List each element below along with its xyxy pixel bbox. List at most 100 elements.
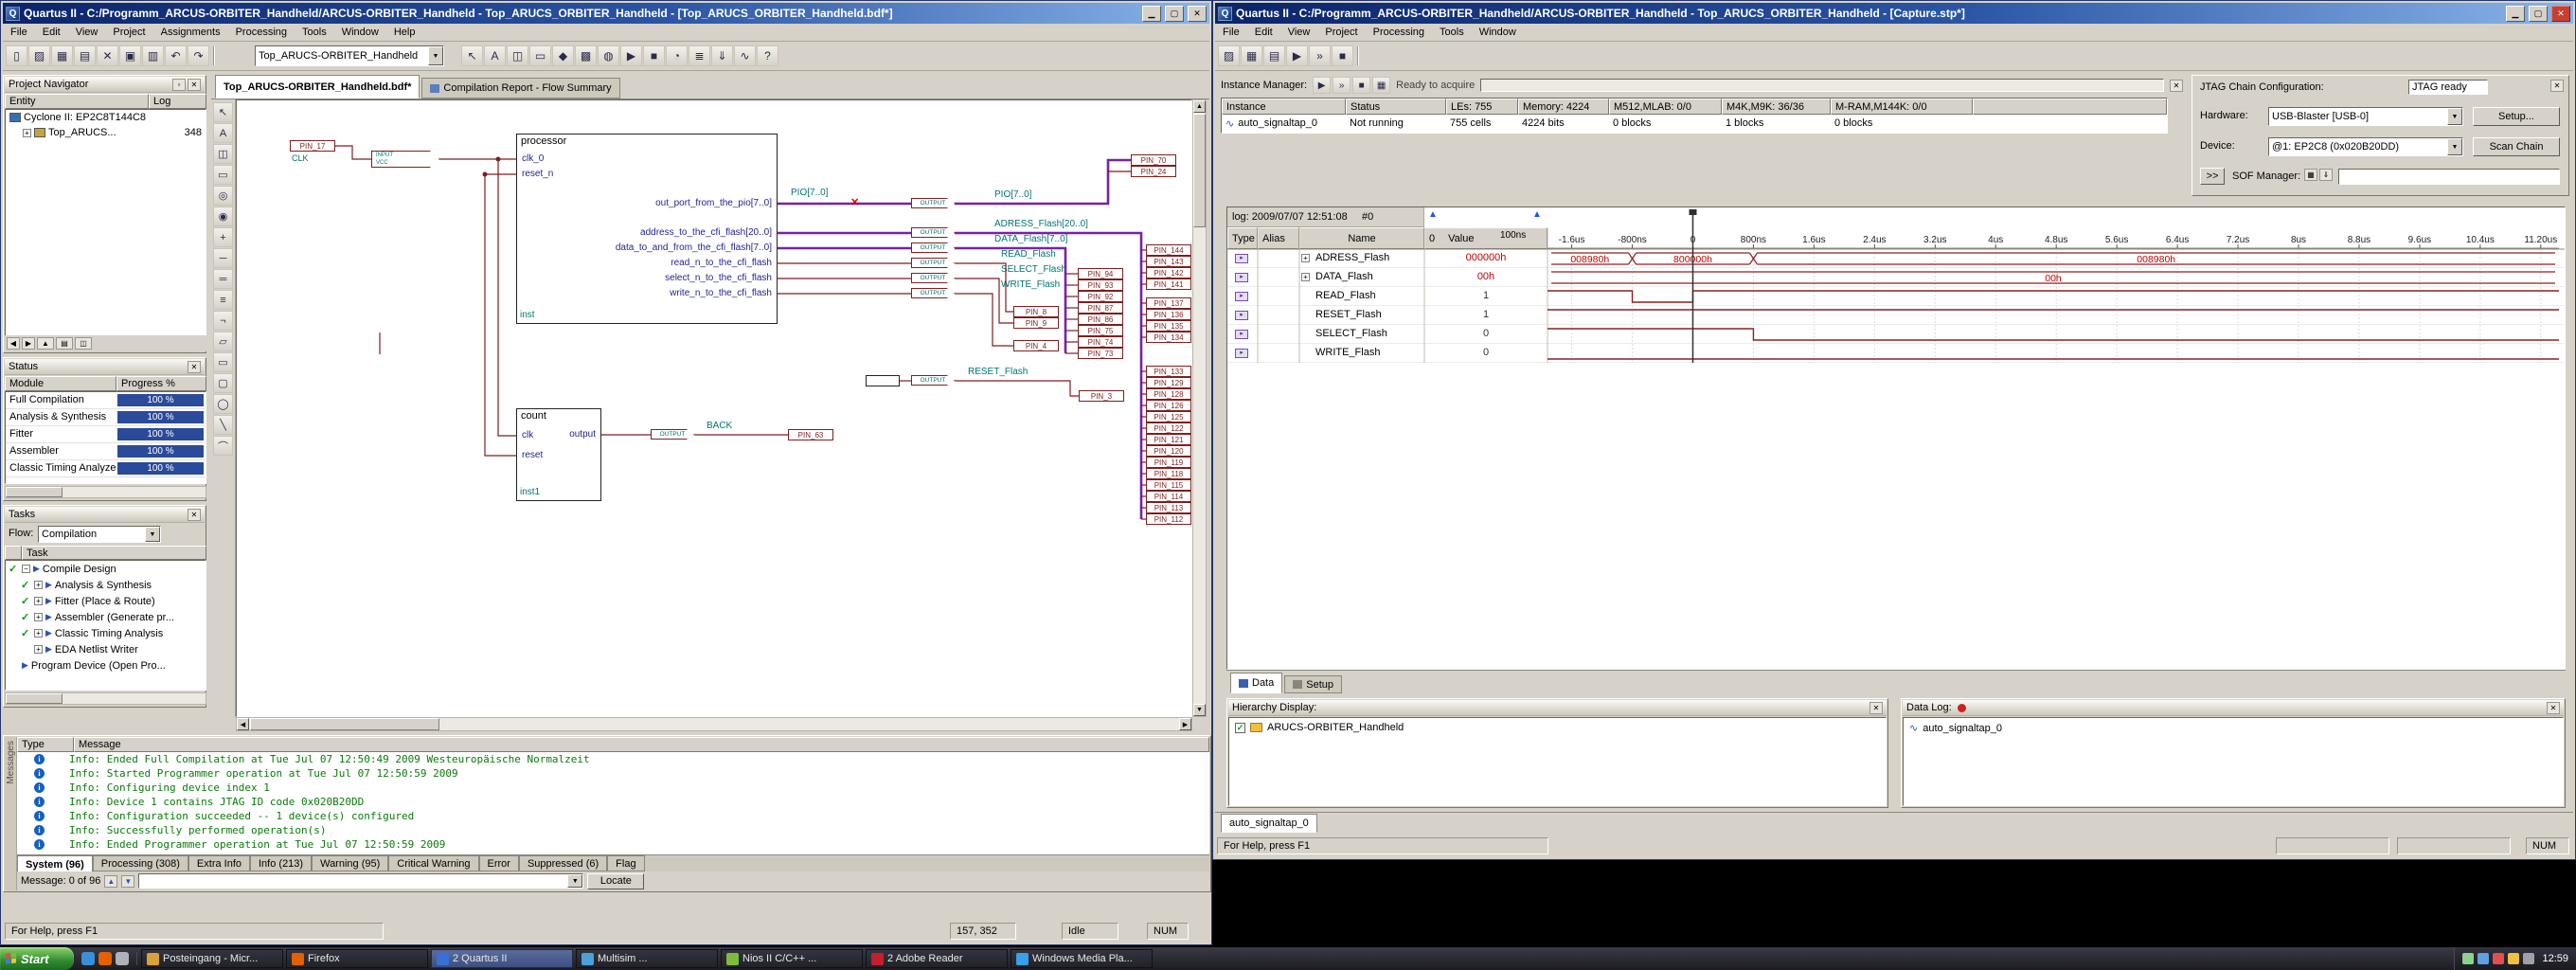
network-icon[interactable] — [2478, 953, 2490, 964]
clock[interactable]: 12:59 — [2538, 953, 2568, 964]
menu-view[interactable]: View — [1280, 25, 1318, 40]
block-icon[interactable]: ▭ — [213, 165, 233, 185]
roundrect-icon[interactable]: ▢ — [213, 373, 233, 393]
chevron-down-icon[interactable]: ▼ — [2447, 138, 2462, 155]
entity-combo[interactable]: Top_ARUCS-ORBITER_Handheld ▼ — [255, 45, 444, 66]
msg-tab-6[interactable]: Error — [478, 855, 519, 871]
left-titlebar[interactable]: Q Quartus II - C:/Programm_ARCUS-ORBITER… — [3, 3, 1209, 24]
menu-processing[interactable]: Processing — [1366, 25, 1432, 40]
assignment-editor-icon[interactable]: ▩ — [575, 45, 597, 66]
close-icon[interactable]: ✕ — [2170, 79, 2183, 92]
antivirus-icon[interactable] — [2493, 953, 2505, 964]
menu-file[interactable]: File — [3, 25, 35, 40]
message-row[interactable]: i Info: Device 1 contains JTAG ID code 0x… — [17, 795, 1209, 809]
open-icon[interactable]: ▨ — [1218, 45, 1240, 66]
message-row[interactable]: i Info: Configuring device index 1 — [17, 781, 1209, 795]
msg-tab-2[interactable]: Extra Info — [188, 855, 250, 871]
scroll-left-icon[interactable]: ◀ — [237, 718, 249, 730]
expander-plus-icon[interactable]: + — [34, 613, 43, 621]
pn-column-entity[interactable]: Entity — [5, 94, 149, 109]
hierarchy-titlebar[interactable]: Hierarchy Display: ✕ — [1228, 700, 1887, 716]
pin-icon[interactable]: ◎ — [213, 186, 233, 206]
task-button[interactable]: 2 Adobe Reader — [866, 949, 1008, 968]
programmer-icon[interactable]: ⇓ — [711, 45, 733, 66]
output-symbol[interactable]: OUTPUT — [911, 258, 955, 268]
scroll-up-icon[interactable]: ▲ — [1193, 100, 1206, 113]
open-icon[interactable]: ▨ — [28, 45, 50, 66]
pn-row[interactable]: Cyclone II: EP2C8T144C8 — [6, 110, 206, 125]
msg-tab-1[interactable]: Processing (308) — [92, 855, 188, 871]
menu-tools[interactable]: Tools — [295, 25, 334, 40]
menu-assignments[interactable]: Assignments — [153, 25, 228, 40]
pin-PIN_112[interactable]: PIN_112 — [1146, 513, 1191, 525]
task-button[interactable]: Firefox — [286, 949, 428, 968]
pin-PIN_73[interactable]: PIN_73 — [1078, 348, 1123, 359]
menu-window[interactable]: Window — [334, 25, 386, 40]
pin-PIN_87[interactable]: PIN_87 — [1078, 302, 1123, 314]
pn-column-logic[interactable]: Log — [149, 94, 206, 109]
conduit-icon[interactable]: ≡ — [213, 290, 233, 310]
chevron-down-icon[interactable]: ▼ — [428, 46, 443, 65]
hardware-combo[interactable]: USB-Blaster [USB-0] ▼ — [2268, 107, 2463, 126]
pin-PIN_92[interactable]: PIN_92 — [1078, 291, 1123, 302]
maximize-button[interactable]: ▢ — [1165, 5, 1184, 22]
menu-window[interactable]: Window — [1472, 25, 1524, 40]
read-data-icon[interactable]: ▦ — [1372, 77, 1391, 94]
pin-PIN_93[interactable]: PIN_93 — [1078, 279, 1123, 291]
expander-plus-icon[interactable]: + — [23, 128, 31, 137]
copy-icon[interactable]: ▣ — [119, 45, 141, 66]
task-row[interactable]: + ▶ EDA Netlist Writer — [6, 641, 206, 657]
timing-analyzer-icon[interactable]: ◔ — [666, 45, 688, 66]
schematic-canvas[interactable]: processor inst clk_0 reset_n out_port_from_t… — [236, 99, 1192, 717]
msg-tab-8[interactable]: Flag — [607, 855, 645, 871]
expander-plus-icon[interactable]: + — [34, 645, 43, 654]
stop-compilation-icon[interactable]: ■ — [643, 45, 665, 66]
signal-name[interactable]: ADRESS_Flash — [1315, 252, 1389, 263]
menu-file[interactable]: File — [1215, 25, 1247, 40]
pin-PIN_9[interactable]: PIN_9 — [1013, 317, 1059, 329]
close-icon[interactable]: ✕ — [2547, 701, 2560, 714]
zoom-icon[interactable]: ◉ — [213, 207, 233, 226]
save-icon[interactable]: ▦ — [1241, 45, 1262, 66]
save-icon[interactable]: ▦ — [51, 45, 73, 66]
start-button[interactable]: Start — [0, 947, 74, 970]
hierarchy-view-icon[interactable]: ▲ — [37, 337, 54, 350]
pin-PIN_74[interactable]: PIN_74 — [1078, 336, 1123, 348]
message-row[interactable]: i Info: Ended Programmer operation at Tue… — [17, 837, 1209, 852]
design-units-view-icon[interactable]: ◫ — [75, 337, 92, 350]
expander-plus-icon[interactable]: + — [1301, 273, 1310, 281]
pin-PIN_143[interactable]: PIN_143 — [1146, 256, 1191, 267]
menu-processing[interactable]: Processing — [228, 25, 295, 40]
data-log-item[interactable]: ∿ auto_signaltap_0 — [1904, 718, 2563, 738]
netlist-viewer-icon[interactable]: ≣ — [689, 45, 710, 66]
chevron-down-icon[interactable]: ▼ — [145, 527, 160, 542]
task-button[interactable]: Posteingang - Micr... — [141, 949, 283, 968]
volume-icon[interactable] — [2462, 953, 2475, 964]
symbol-tool-icon[interactable]: ◫ — [507, 45, 528, 66]
signal-name[interactable]: DATA_Flash — [1315, 271, 1373, 282]
wave-column-name[interactable]: Name — [1299, 227, 1424, 249]
scrollbar-thumb[interactable] — [250, 718, 439, 730]
pin-PIN_141[interactable]: PIN_141 — [1146, 278, 1191, 290]
close-button[interactable]: ✕ — [1188, 5, 1207, 22]
status-hscrollbar[interactable] — [5, 486, 206, 498]
undo-icon[interactable]: ↶ — [165, 45, 187, 66]
pin-PIN_70[interactable]: PIN_70 — [1131, 154, 1176, 166]
select-icon[interactable]: ↖ — [213, 102, 233, 122]
pin-PIN_121[interactable]: PIN_121 — [1146, 434, 1191, 445]
im-column-0[interactable]: Instance — [1222, 99, 1346, 115]
pin-PIN_120[interactable]: PIN_120 — [1146, 445, 1191, 457]
run-analysis-icon[interactable]: ▶ — [1313, 77, 1332, 94]
stop-analysis-icon[interactable]: ■ — [1352, 77, 1371, 94]
new-icon[interactable]: ▯ — [6, 45, 27, 66]
expander-plus-icon[interactable]: + — [34, 581, 43, 589]
cut-icon[interactable]: ✕ — [97, 45, 118, 66]
files-view-icon[interactable]: ▤ — [56, 337, 73, 350]
hand-icon[interactable]: + — [213, 227, 233, 247]
task-button[interactable]: Windows Media Pla... — [1011, 949, 1153, 968]
im-column-6[interactable]: M-RAM,M144K: 0/0 — [1831, 99, 1973, 115]
tasks-titlebar[interactable]: Tasks ✕ — [5, 507, 205, 523]
close-button[interactable]: ✕ — [2551, 5, 2570, 22]
reset-source-block[interactable] — [866, 375, 900, 386]
output-symbol[interactable]: OUTPUT — [911, 242, 955, 253]
